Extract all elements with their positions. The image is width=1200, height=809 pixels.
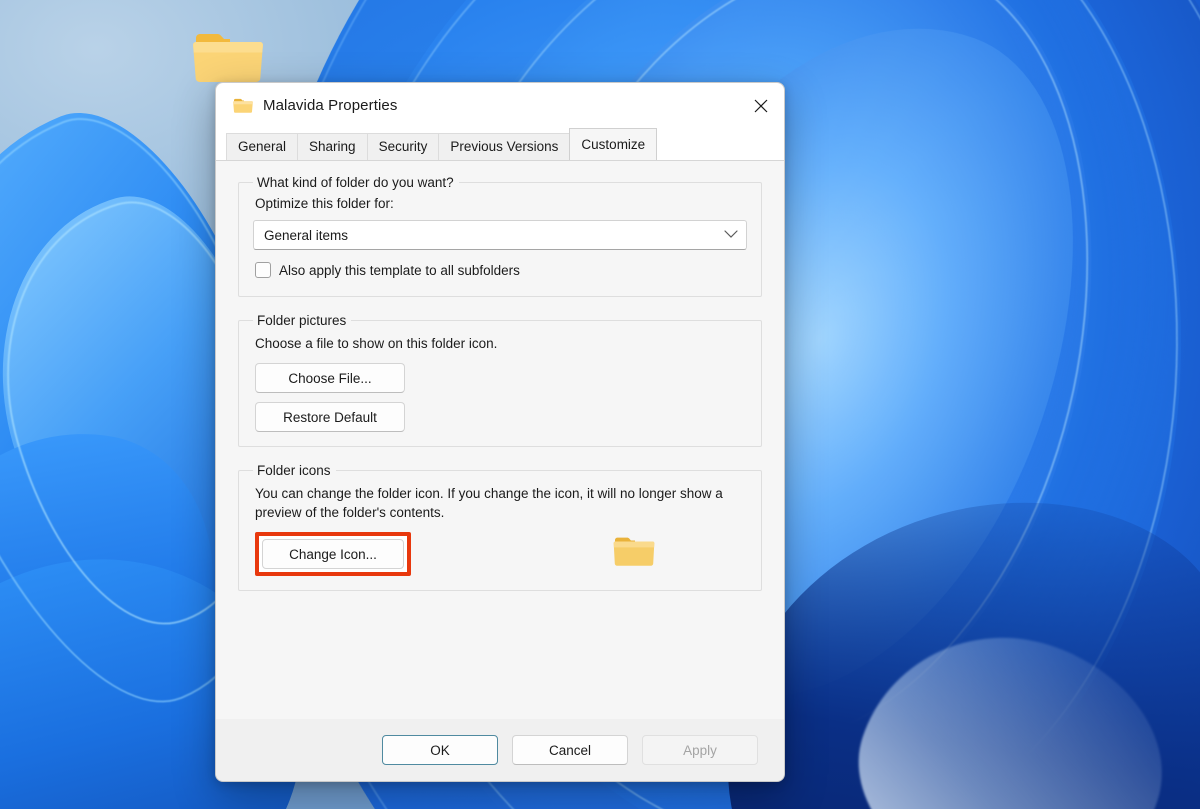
dialog-title: Malavida Properties xyxy=(263,97,398,114)
cancel-button[interactable]: Cancel xyxy=(512,735,628,765)
customize-tab-page: What kind of folder do you want? Optimiz… xyxy=(216,160,784,719)
close-button[interactable] xyxy=(738,83,784,128)
folder-kind-group: What kind of folder do you want? Optimiz… xyxy=(238,175,762,297)
folder-icons-group: Folder icons You can change the folder i… xyxy=(238,463,762,591)
apply-to-subfolders-label: Also apply this template to all subfolde… xyxy=(279,262,520,278)
folder-properties-dialog[interactable]: Malavida Properties General Sharing Secu… xyxy=(215,82,785,782)
change-icon-highlight-box: Change Icon... xyxy=(255,532,411,576)
tab-security[interactable]: Security xyxy=(366,133,440,160)
close-icon xyxy=(754,99,768,113)
folder-icon xyxy=(613,534,655,574)
desktop[interactable]: Ma Malavida Properties xyxy=(0,0,1200,809)
folder-pictures-group: Folder pictures Choose a file to show on… xyxy=(238,313,762,447)
optimize-folder-label: Optimize this folder for: xyxy=(255,196,394,211)
apply-button: Apply xyxy=(642,735,758,765)
folder-pictures-legend: Folder pictures xyxy=(257,313,347,328)
optimize-folder-combobox[interactable]: General items xyxy=(253,220,747,250)
tab-general[interactable]: General xyxy=(226,133,299,160)
choose-file-button[interactable]: Choose File... xyxy=(255,363,405,393)
folder-icons-description: You can change the folder icon. If you c… xyxy=(255,486,723,520)
folder-icon xyxy=(233,97,253,114)
apply-to-subfolders-checkbox[interactable]: Also apply this template to all subfolde… xyxy=(255,262,747,278)
dialog-title-bar[interactable]: Malavida Properties xyxy=(216,83,784,128)
folder-icons-legend: Folder icons xyxy=(257,463,331,478)
dialog-footer: OK Cancel Apply xyxy=(216,719,784,781)
checkbox-box-icon xyxy=(255,262,271,278)
folder-pictures-description: Choose a file to show on this folder ico… xyxy=(255,336,498,351)
change-icon-row: Change Icon... xyxy=(253,532,747,576)
tab-strip[interactable]: General Sharing Security Previous Versio… xyxy=(216,128,784,160)
tab-previous-versions[interactable]: Previous Versions xyxy=(438,133,571,160)
optimize-folder-value: General items xyxy=(264,227,349,243)
change-icon-button[interactable]: Change Icon... xyxy=(262,539,404,569)
restore-default-button[interactable]: Restore Default xyxy=(255,402,405,432)
chevron-down-icon xyxy=(724,226,738,244)
ok-button[interactable]: OK xyxy=(382,735,498,765)
folder-icon-preview xyxy=(613,534,655,574)
folder-kind-legend: What kind of folder do you want? xyxy=(257,175,454,190)
tab-customize[interactable]: Customize xyxy=(569,128,658,160)
tab-sharing[interactable]: Sharing xyxy=(297,133,368,160)
